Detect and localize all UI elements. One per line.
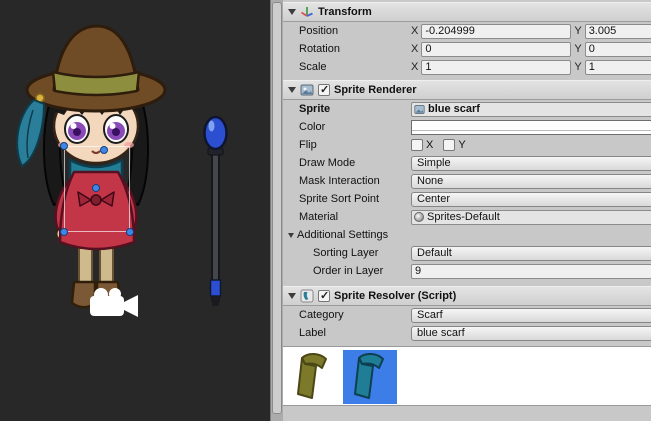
category-label: Category <box>299 309 411 321</box>
sorting-layer-row: Sorting Layer Default <box>283 244 651 262</box>
category-row: Category Scarf <box>283 306 651 324</box>
flip-y-checkbox[interactable] <box>443 139 455 151</box>
sprite-variant-strip <box>283 346 651 406</box>
mask-interaction-dropdown[interactable]: None <box>411 174 651 189</box>
sprite-sort-point-value: Center <box>417 193 450 205</box>
sorting-layer-dropdown[interactable]: Default <box>411 246 651 261</box>
axis-y-label: Y <box>574 61 581 73</box>
selection-handle[interactable] <box>60 142 68 150</box>
draw-mode-dropdown[interactable]: Simple <box>411 156 651 171</box>
sprite-renderer-header[interactable]: Sprite Renderer <box>283 80 651 100</box>
sorting-layer-value: Default <box>417 247 452 259</box>
axis-x-label: X <box>411 61 418 73</box>
axis-x-label: X <box>411 25 418 37</box>
sprite-object-field[interactable]: blue scarf <box>411 102 651 117</box>
material-label: Material <box>299 211 411 223</box>
component-enabled-checkbox[interactable] <box>318 84 330 96</box>
order-in-layer-label: Order in Layer <box>313 265 411 277</box>
order-in-layer-row: Order in Layer <box>283 262 651 280</box>
additional-settings-row[interactable]: Additional Settings <box>283 226 651 244</box>
component-title: Sprite Renderer <box>334 84 417 96</box>
color-swatch-field[interactable] <box>411 120 651 135</box>
label-dropdown[interactable]: blue scarf <box>411 326 651 341</box>
sprite-object-name: blue scarf <box>428 103 480 115</box>
scale-x-field[interactable] <box>421 60 571 75</box>
sprite-resolver-icon <box>300 289 314 303</box>
inspector-panel: Transform Position X Y Z <box>283 0 651 421</box>
selection-handle[interactable] <box>126 228 134 236</box>
camera-gizmo-icon[interactable] <box>90 288 138 317</box>
foldout-arrow-icon[interactable] <box>288 233 294 238</box>
rotation-x-field[interactable] <box>421 42 571 57</box>
position-y-field[interactable] <box>585 24 651 39</box>
component-enabled-checkbox[interactable] <box>318 290 330 302</box>
axis-x-label: X <box>411 43 418 55</box>
label-row: Label blue scarf <box>283 324 651 342</box>
selection-handle[interactable] <box>60 228 68 236</box>
sprite-sort-point-row: Sprite Sort Point Center <box>283 190 651 208</box>
inspector-scrollbar[interactable] <box>270 0 283 421</box>
component-title: Transform <box>318 6 372 18</box>
selection-pivot-handle[interactable] <box>92 184 100 192</box>
foldout-arrow-icon[interactable] <box>288 293 296 299</box>
sprite-resolver-header[interactable]: Sprite Resolver (Script) <box>283 286 651 306</box>
material-sphere-icon <box>414 212 424 222</box>
axis-y-label: Y <box>574 43 581 55</box>
draw-mode-label: Draw Mode <box>299 157 411 169</box>
sorting-layer-label: Sorting Layer <box>313 247 411 259</box>
sprite-row: Sprite blue scarf <box>283 100 651 118</box>
position-row: Position X Y Z <box>283 22 651 40</box>
flip-label: Flip <box>299 139 411 151</box>
flip-x-checkbox[interactable] <box>411 139 423 151</box>
rotation-row: Rotation X Y Z <box>283 40 651 58</box>
selection-rect <box>64 146 130 232</box>
flip-x-label: X <box>426 139 433 151</box>
order-in-layer-field[interactable] <box>411 264 651 279</box>
draw-mode-row: Draw Mode Simple <box>283 154 651 172</box>
additional-settings-label: Additional Settings <box>297 229 388 241</box>
rotation-y-field[interactable] <box>585 42 651 57</box>
foldout-arrow-icon[interactable] <box>288 87 296 93</box>
sprite-sort-point-label: Sprite Sort Point <box>299 193 411 205</box>
sprite-asset-icon <box>414 104 425 115</box>
sprite-label: Sprite <box>299 103 411 115</box>
selection-handle[interactable] <box>100 146 108 154</box>
mask-interaction-value: None <box>417 175 443 187</box>
material-object-field[interactable]: Sprites-Default <box>411 210 651 225</box>
scale-y-field[interactable] <box>585 60 651 75</box>
material-object-name: Sprites-Default <box>427 211 500 223</box>
position-label: Position <box>299 25 411 37</box>
sprite-renderer-icon <box>300 83 314 97</box>
transform-header[interactable]: Transform <box>283 2 651 22</box>
sprite-thumbnail-green-scarf[interactable] <box>286 350 340 404</box>
label-label: Label <box>299 327 411 339</box>
component-title: Sprite Resolver (Script) <box>334 290 456 302</box>
foldout-arrow-icon[interactable] <box>288 9 296 15</box>
scene-view[interactable] <box>0 0 270 421</box>
scene-canvas <box>0 0 270 421</box>
color-row: Color <box>283 118 651 136</box>
sprite-thumbnail-blue-scarf-selected[interactable] <box>343 350 397 404</box>
position-x-field[interactable] <box>421 24 571 39</box>
flip-y-label: Y <box>458 139 465 151</box>
rotation-label: Rotation <box>299 43 411 55</box>
sprite-sort-point-dropdown[interactable]: Center <box>411 192 651 207</box>
scale-label: Scale <box>299 61 411 73</box>
material-row: Material Sprites-Default <box>283 208 651 226</box>
label-value: blue scarf <box>417 327 465 339</box>
axis-y-label: Y <box>574 25 581 37</box>
flip-row: Flip X Y <box>283 136 651 154</box>
category-value: Scarf <box>417 309 443 321</box>
mask-interaction-row: Mask Interaction None <box>283 172 651 190</box>
color-label: Color <box>299 121 411 133</box>
category-dropdown[interactable]: Scarf <box>411 308 651 323</box>
draw-mode-value: Simple <box>417 157 451 169</box>
staff-object[interactable] <box>205 117 227 306</box>
scrollbar-thumb[interactable] <box>272 2 282 414</box>
transform-icon <box>300 5 314 19</box>
scale-row: Scale X Y Z <box>283 58 651 76</box>
mask-interaction-label: Mask Interaction <box>299 175 411 187</box>
